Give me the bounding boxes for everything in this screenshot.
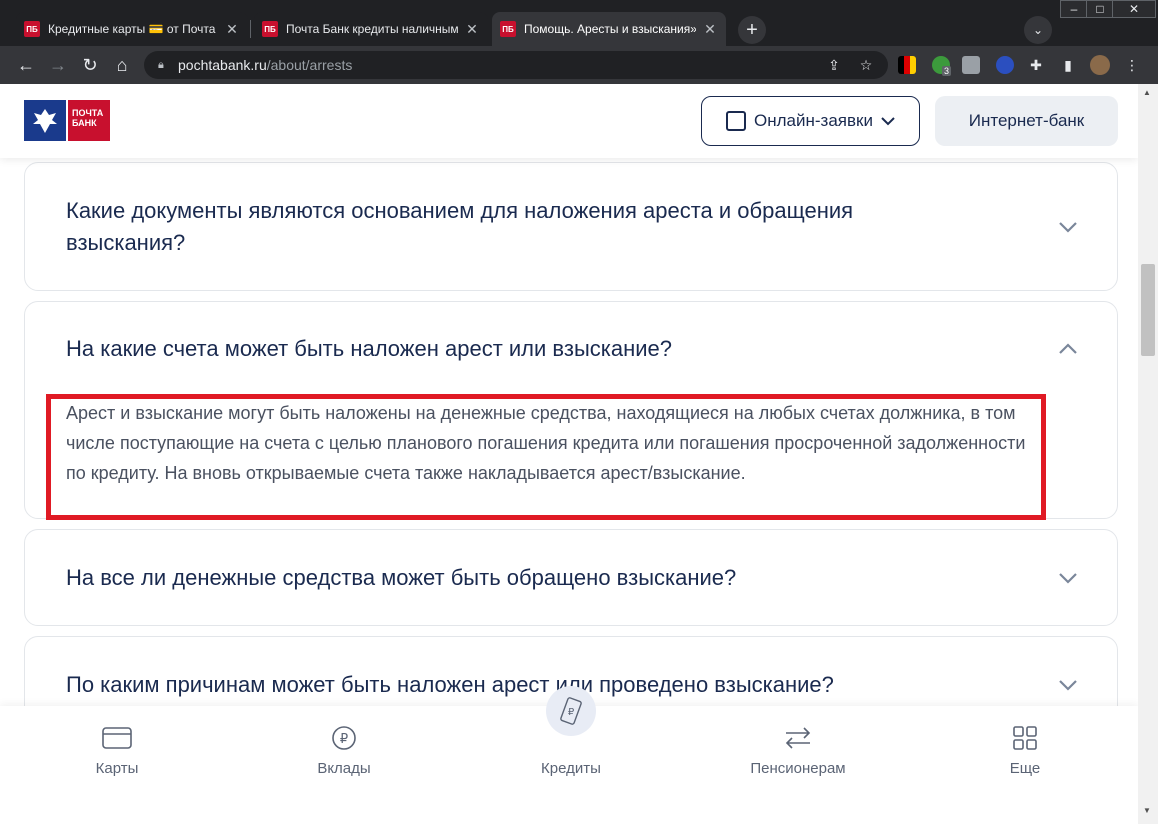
close-tab-icon[interactable]: ✕ bbox=[224, 21, 240, 38]
faq-item[interactable]: На все ли денежные средства может быть о… bbox=[24, 529, 1118, 626]
bottom-navigation: Карты ₽ Вклады ₽ Кредиты Пенсионерам Еще bbox=[0, 686, 1138, 824]
logo-text: ПОЧТА БАНК bbox=[68, 100, 110, 141]
scrollbar-thumb[interactable] bbox=[1141, 264, 1155, 356]
tab-title: Кредитные карты 💳 от Почта Банк bbox=[48, 22, 218, 36]
close-window-button[interactable]: ✕ bbox=[1112, 0, 1156, 18]
pochtabank-favicon-icon: ПБ bbox=[24, 21, 40, 37]
back-button[interactable]: ← bbox=[14, 53, 38, 77]
screenshot-extension-icon[interactable] bbox=[962, 56, 980, 74]
close-tab-icon[interactable]: ✕ bbox=[464, 21, 480, 38]
nav-item-more[interactable]: Еще bbox=[955, 706, 1095, 777]
pochtabank-favicon-icon: ПБ bbox=[500, 21, 516, 37]
page-scrollbar[interactable]: ▲ ▼ bbox=[1138, 84, 1158, 824]
nav-item-pensioners[interactable]: Пенсионерам bbox=[728, 706, 868, 777]
address-bar[interactable]: 🔒︎ pochtabank.ru/about/arrests ⇪ ☆ bbox=[144, 51, 888, 79]
url-path: /about/arrests bbox=[266, 57, 353, 73]
faq-question[interactable]: На какие счета может быть наложен арест … bbox=[66, 333, 966, 365]
maximize-button[interactable]: □ bbox=[1086, 0, 1114, 18]
nav-label: Вклады bbox=[317, 760, 371, 777]
scroll-down-arrow-icon[interactable]: ▼ bbox=[1143, 806, 1151, 815]
chevron-up-icon[interactable] bbox=[1057, 338, 1079, 360]
internet-bank-button[interactable]: Интернет-банк bbox=[935, 96, 1118, 146]
nav-label: Кредиты bbox=[541, 760, 601, 777]
bookmark-star-icon[interactable]: ☆ bbox=[856, 55, 876, 75]
reload-button[interactable]: ↻ bbox=[78, 53, 102, 77]
chevron-down-icon[interactable] bbox=[1057, 216, 1079, 238]
online-applications-label: Онлайн-заявки bbox=[754, 111, 873, 130]
nav-label: Пенсионерам bbox=[750, 760, 846, 777]
nav-credit-spacer bbox=[555, 724, 587, 752]
minimize-button[interactable]: – bbox=[1060, 0, 1088, 18]
browser-tab[interactable]: ПБ Почта Банк кредиты наличными, д ✕ bbox=[254, 12, 488, 46]
tab-search-button[interactable]: ⌄ bbox=[1024, 16, 1052, 44]
ruble-coin-icon: ₽ bbox=[328, 724, 360, 752]
forward-button[interactable]: → bbox=[46, 53, 70, 77]
swap-arrows-icon bbox=[782, 724, 814, 752]
extension-badge: 3 bbox=[942, 66, 952, 76]
profile-avatar[interactable] bbox=[1090, 55, 1110, 75]
side-panel-icon[interactable]: ▮ bbox=[1058, 55, 1078, 75]
pochtabank-logo[interactable]: ПОЧТА БАНК bbox=[24, 100, 110, 141]
tab-divider bbox=[250, 20, 251, 38]
flag-extension-icon[interactable] bbox=[898, 56, 916, 74]
nav-label: Еще bbox=[1009, 760, 1041, 777]
nav-item-credits[interactable]: Кредиты bbox=[501, 706, 641, 777]
scroll-up-arrow-icon[interactable]: ▲ bbox=[1143, 88, 1151, 97]
browser-titlebar: ПБ Кредитные карты 💳 от Почта Банк ✕ ПБ … bbox=[0, 0, 1158, 46]
chevron-down-icon[interactable] bbox=[1057, 567, 1079, 589]
share-icon[interactable]: ⇪ bbox=[824, 55, 844, 75]
url-host: pochtabank.ru bbox=[178, 57, 267, 73]
nav-label: Карты bbox=[95, 760, 139, 777]
browser-tab[interactable]: ПБ Кредитные карты 💳 от Почта Банк ✕ bbox=[16, 12, 248, 46]
tab-title: Помощь. Аресты и взыскания» - П bbox=[524, 22, 696, 36]
extensions-puzzle-icon[interactable]: ✚ bbox=[1026, 55, 1046, 75]
browser-tab-active[interactable]: ПБ Помощь. Аресты и взыскания» - П ✕ bbox=[492, 12, 726, 46]
shopping-bag-icon bbox=[726, 111, 747, 131]
lock-icon: 🔒︎ bbox=[158, 58, 164, 71]
vpn-extension-icon[interactable] bbox=[996, 56, 1014, 74]
chevron-down-icon[interactable] bbox=[1057, 674, 1079, 696]
eagle-emblem-icon bbox=[24, 100, 66, 141]
pochtabank-favicon-icon: ПБ bbox=[262, 21, 278, 37]
shield-extension-icon[interactable]: 3 bbox=[932, 56, 952, 76]
svg-text:₽: ₽ bbox=[340, 732, 348, 747]
faq-question[interactable]: Какие документы являются основанием для … bbox=[66, 195, 966, 259]
red-highlight-box bbox=[46, 394, 1046, 520]
browser-toolbar: ← → ↻ ⌂ 🔒︎ pochtabank.ru/about/arrests ⇪… bbox=[0, 46, 1158, 84]
menu-kebab-icon[interactable]: ⋮ bbox=[1122, 55, 1142, 75]
new-tab-button[interactable]: + bbox=[738, 16, 766, 44]
nav-item-cards[interactable]: Карты bbox=[47, 706, 187, 777]
close-tab-icon[interactable]: ✕ bbox=[702, 21, 718, 38]
nav-item-deposits[interactable]: ₽ Вклады bbox=[274, 706, 414, 777]
faq-question[interactable]: По каким причинам может быть наложен аре… bbox=[66, 669, 966, 701]
home-button[interactable]: ⌂ bbox=[110, 53, 134, 77]
site-header: ПОЧТА БАНК Онлайн-заявки Интернет-банк bbox=[0, 84, 1138, 158]
chevron-down-icon bbox=[881, 113, 895, 129]
page-viewport: ПОЧТА БАНК Онлайн-заявки Интернет-банк К… bbox=[0, 84, 1138, 824]
card-icon bbox=[101, 724, 133, 752]
faq-item[interactable]: Какие документы являются основанием для … bbox=[24, 162, 1118, 291]
grid-icon bbox=[1009, 724, 1041, 752]
faq-question[interactable]: На все ли денежные средства может быть о… bbox=[66, 562, 966, 594]
online-applications-button[interactable]: Онлайн-заявки bbox=[701, 96, 920, 146]
tab-title: Почта Банк кредиты наличными, д bbox=[286, 22, 458, 36]
